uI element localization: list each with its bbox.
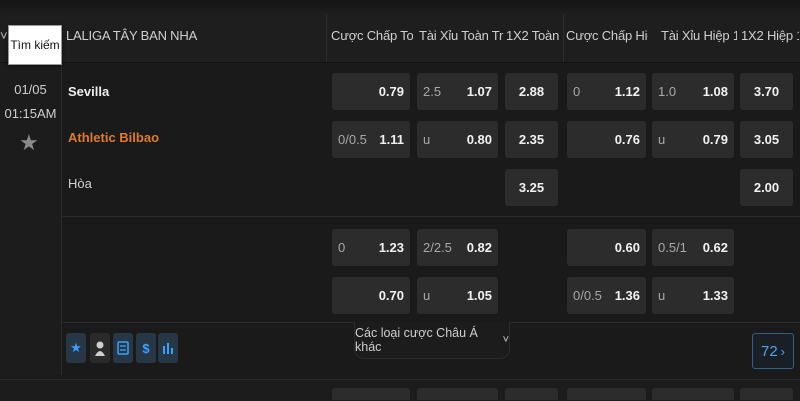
more-markets-count-button[interactable]: 72 ›	[752, 333, 794, 369]
league-title: LALIGA TÂY BAN NHA	[66, 28, 198, 43]
odds-cell[interactable]: 0.5/1 0.62	[652, 229, 734, 266]
odds-value: 1.08	[702, 84, 728, 99]
odds-cell[interactable]: 2.00	[740, 169, 793, 206]
odds-cell[interactable]: 0/0.5 1.36	[567, 277, 646, 314]
odds-value: 0.76	[614, 132, 640, 147]
odds-value: 0.80	[466, 132, 492, 147]
odds-cell[interactable]	[505, 388, 558, 400]
odds-cell[interactable]: 0.76	[567, 121, 646, 158]
odds-cell[interactable]	[567, 388, 646, 400]
odds-value: 1.36	[614, 288, 640, 303]
odds-value: 1.07	[466, 84, 492, 99]
chevron-right-icon: ›	[780, 343, 786, 359]
odds-cell[interactable]: u 1.33	[652, 277, 734, 314]
market-count: 72	[760, 342, 778, 360]
odds-cell[interactable]: 3.25	[505, 169, 558, 206]
odds-line: 0.5/1	[658, 240, 687, 255]
odds-value: 3.70	[753, 84, 780, 99]
odds-line: 1.0	[658, 84, 677, 99]
odds-cell[interactable]	[332, 388, 410, 400]
odds-cell[interactable]: 2.5 1.07	[417, 73, 498, 110]
odds-value: 2.35	[518, 132, 545, 147]
match-date: 01/05	[14, 82, 47, 97]
dollar-icon[interactable]: $	[136, 333, 156, 363]
top-edge	[0, 0, 800, 14]
odds-line: u	[658, 132, 666, 147]
odds-value: 0.70	[378, 288, 404, 303]
col-header-h1-over-under[interactable]: Tài Xỉu Hiệp 1	[661, 28, 737, 43]
odds-value: 0.60	[614, 240, 640, 255]
odds-value: 2.00	[753, 180, 780, 195]
odds-cell[interactable]: 0 1.23	[332, 229, 410, 266]
col-header-ft-handicap[interactable]: Cược Chấp Toà...	[331, 28, 413, 43]
odds-cell[interactable]: u 1.05	[417, 277, 498, 314]
odds-cell[interactable]: 2/2.5 0.82	[417, 229, 498, 266]
row-divider	[62, 216, 800, 217]
odds-value: 2.88	[518, 84, 545, 99]
more-asian-bets-button[interactable]: Các loại cược Châu Á khác ˅	[354, 322, 510, 359]
away-team[interactable]: Athletic Bilbao	[68, 130, 159, 145]
odds-cell[interactable]: u 0.79	[652, 121, 734, 158]
odds-value: 0.79	[378, 84, 404, 99]
odds-cell[interactable]: 3.05	[740, 121, 793, 158]
odds-value: 1.33	[702, 288, 728, 303]
odds-line: u	[423, 132, 431, 147]
chevron-down-icon: ˅	[502, 334, 509, 346]
col-header-h1-handicap[interactable]: Cược Chấp Hiệ...	[566, 28, 648, 43]
col-header-ft-over-under[interactable]: Tài Xỉu Toàn Trận	[419, 28, 503, 43]
draw-label: Hòa	[68, 176, 92, 191]
odds-value: 3.25	[518, 180, 545, 195]
favorite-star-icon[interactable]: ★	[66, 333, 86, 363]
odds-cell[interactable]: 1.0 1.08	[652, 73, 734, 110]
odds-value: 1.11	[379, 132, 404, 147]
odds-value: 1.05	[466, 288, 492, 303]
home-team[interactable]: Sevilla	[68, 84, 109, 99]
odds-value: 0.79	[702, 132, 728, 147]
odds-cell[interactable]	[652, 388, 734, 400]
header-divider	[563, 14, 564, 62]
odds-value: 0.62	[702, 240, 728, 255]
odds-cell[interactable]: 0.70	[332, 277, 410, 314]
odds-value: 1.12	[614, 84, 640, 99]
match-time: 01:15AM	[4, 106, 57, 121]
odds-cell[interactable]: 3.70	[740, 73, 793, 110]
odds-value: 0.82	[466, 240, 492, 255]
odds-line: u	[423, 288, 431, 303]
odds-line: 0/0.5	[573, 288, 602, 303]
more-asian-bets-label: Các loại cược Châu Á khác	[355, 326, 478, 354]
odds-cell[interactable]: 2.88	[505, 73, 558, 110]
odds-cell[interactable]: 0/0.5 1.11	[332, 121, 410, 158]
odds-value: 3.05	[753, 132, 780, 147]
odds-cell[interactable]: 0.79	[332, 73, 410, 110]
odds-cell[interactable]: u 0.80	[417, 121, 498, 158]
odds-line: 2.5	[423, 84, 442, 99]
odds-cell[interactable]: 0 1.12	[567, 73, 646, 110]
search-tooltip: Tìm kiếm	[8, 25, 62, 65]
odds-line: u	[658, 288, 666, 303]
odds-value: 1.23	[378, 240, 404, 255]
odds-cell[interactable]	[740, 388, 793, 400]
favorite-star-icon[interactable]: ★	[19, 132, 39, 154]
odds-cell[interactable]	[417, 388, 498, 400]
scoreboard-icon[interactable]	[113, 333, 133, 363]
odds-cell[interactable]: 0.60	[567, 229, 646, 266]
header-divider	[326, 14, 327, 62]
odds-line: 0	[573, 84, 581, 99]
odds-line: 0	[338, 240, 346, 255]
live-stream-icon[interactable]	[90, 333, 110, 363]
odds-line: 2/2.5	[423, 240, 452, 255]
statistics-icon[interactable]	[158, 333, 178, 363]
col-header-h1-1x2[interactable]: 1X2 Hiệp 1	[741, 28, 799, 43]
odds-line: 0/0.5	[338, 132, 367, 147]
odds-cell[interactable]: 2.35	[505, 121, 558, 158]
chevron-down-icon[interactable]: ˅	[0, 28, 8, 43]
col-header-ft-1x2[interactable]: 1X2 Toàn ...	[506, 28, 562, 43]
